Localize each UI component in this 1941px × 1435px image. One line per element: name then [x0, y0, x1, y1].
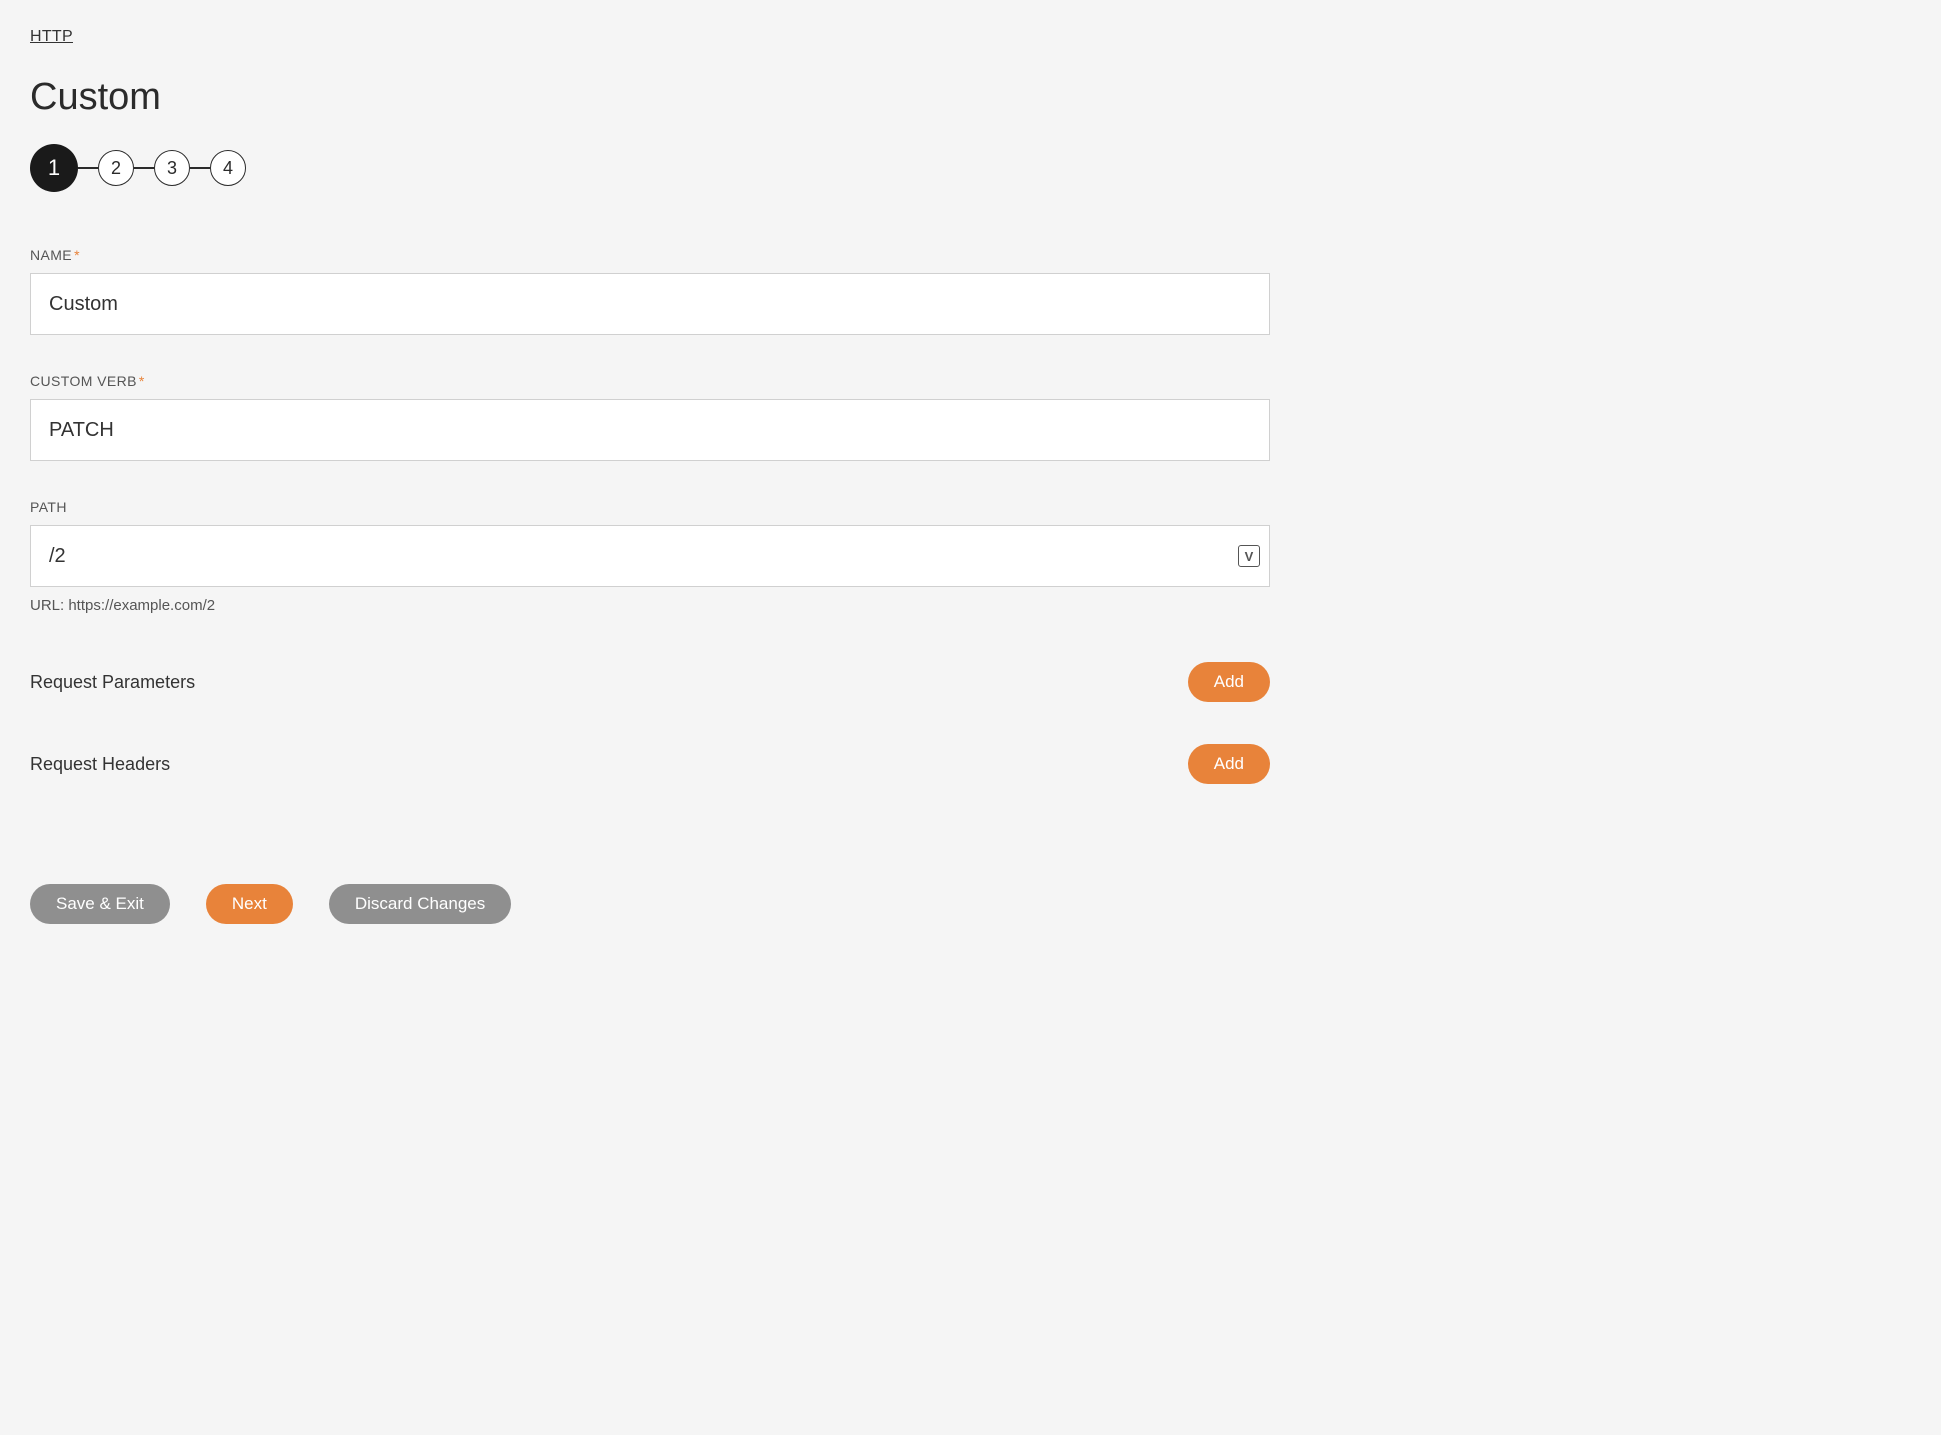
step-connector	[134, 167, 154, 169]
add-parameter-button[interactable]: Add	[1188, 662, 1270, 702]
next-button[interactable]: Next	[206, 884, 293, 924]
custom-verb-input[interactable]	[30, 399, 1270, 461]
step-2[interactable]: 2	[98, 150, 134, 186]
step-1[interactable]: 1	[30, 144, 78, 192]
request-headers-title: Request Headers	[30, 754, 170, 775]
custom-verb-label: CUSTOM VERB*	[30, 373, 1270, 389]
step-3[interactable]: 3	[154, 150, 190, 186]
request-parameters-title: Request Parameters	[30, 672, 195, 693]
add-header-button[interactable]: Add	[1188, 744, 1270, 784]
step-connector	[190, 167, 210, 169]
path-input[interactable]	[30, 525, 1270, 587]
name-label: NAME*	[30, 247, 1270, 263]
save-exit-button[interactable]: Save & Exit	[30, 884, 170, 924]
step-indicator: 1 2 3 4	[30, 144, 1270, 192]
required-mark: *	[139, 373, 145, 389]
discard-changes-button[interactable]: Discard Changes	[329, 884, 511, 924]
step-4[interactable]: 4	[210, 150, 246, 186]
required-mark: *	[74, 247, 80, 263]
path-label: PATH	[30, 499, 1270, 515]
url-hint: URL: https://example.com/2	[30, 597, 1270, 614]
page-title: Custom	[30, 76, 1270, 119]
step-connector	[78, 167, 98, 169]
variable-icon[interactable]: V	[1238, 545, 1260, 567]
name-input[interactable]	[30, 273, 1270, 335]
breadcrumb-http[interactable]: HTTP	[30, 28, 73, 45]
